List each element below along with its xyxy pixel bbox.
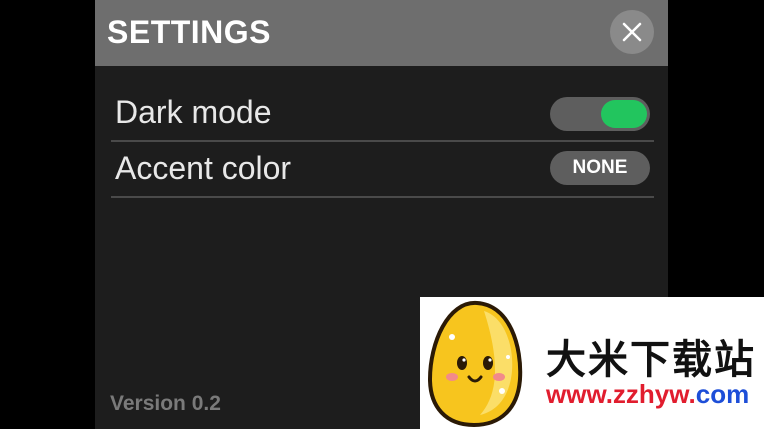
setting-row-dark-mode: Dark mode <box>111 84 654 142</box>
egg-mascot-icon <box>427 300 523 428</box>
toggle-knob <box>601 100 647 128</box>
watermark-name: 大米下载站 <box>546 338 756 382</box>
dark-mode-label: Dark mode <box>115 94 272 130</box>
close-icon <box>622 22 642 42</box>
dark-mode-toggle[interactable] <box>550 97 650 131</box>
watermark-banner: 大米下载站 www.zzhyw.com <box>420 297 764 429</box>
page-title: SETTINGS <box>107 14 272 50</box>
accent-color-label: Accent color <box>115 150 292 186</box>
version-label: Version 0.2 <box>110 392 221 415</box>
settings-titlebar: SETTINGS <box>95 0 668 66</box>
setting-row-accent-color: Accent color NONE <box>111 140 654 198</box>
close-button[interactable] <box>610 10 654 54</box>
watermark-url-tld: com <box>695 379 750 409</box>
accent-color-button[interactable]: NONE <box>550 151 650 185</box>
watermark-url: www.zzhyw.com <box>546 379 749 410</box>
watermark-url-main: www.zzhyw. <box>546 379 696 409</box>
